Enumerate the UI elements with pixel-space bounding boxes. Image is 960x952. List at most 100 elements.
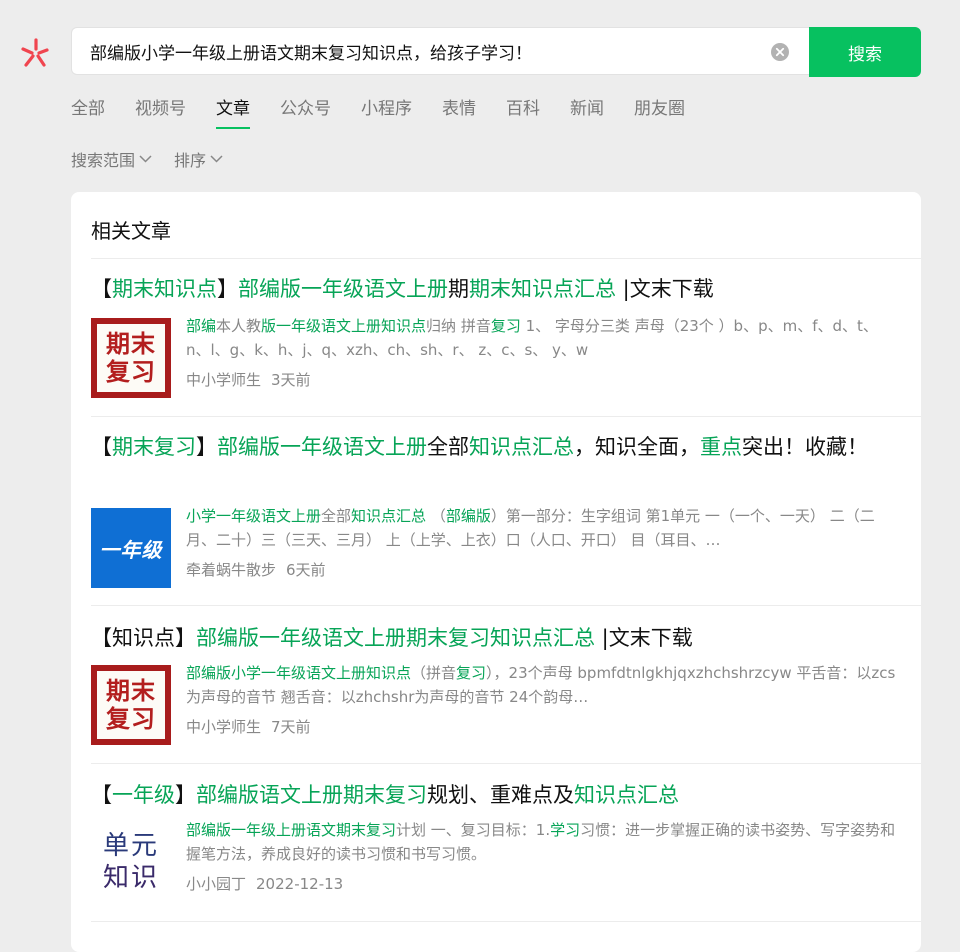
divider [91, 763, 921, 764]
search-tabs: 全部 视频号 文章 公众号 小程序 表情 百科 新闻 朋友圈 [71, 94, 715, 129]
tab-stickers[interactable]: 表情 [442, 94, 476, 129]
panel-title: 相关文章 [91, 219, 171, 243]
highlight-text: 一年级 [112, 783, 175, 807]
article-source: 中小学师生 [186, 371, 262, 389]
tab-all[interactable]: 全部 [71, 94, 105, 129]
article-thumbnail[interactable]: 期末 复习 [91, 318, 171, 398]
tab-channels[interactable]: 视频号 [135, 94, 186, 129]
text-segment: 【 [91, 783, 112, 807]
thumbnail-text: 单元 [102, 831, 159, 861]
text-segment: 】 [175, 783, 196, 807]
article-thumbnail[interactable]: 单元 知识 [91, 822, 171, 902]
article-thumbnail[interactable]: 期末 复习 [91, 665, 171, 745]
article-meta: 中小学师生 3天前 [186, 369, 901, 390]
article-title[interactable]: 【知识点】部编版一年级语文上册期末复习知识点汇总 |文末下载 [91, 623, 901, 653]
text-segment: 】 [217, 277, 238, 301]
filter-bar: 搜索范围 排序 [71, 147, 245, 171]
article-meta: 中小学师生 7天前 [186, 716, 901, 737]
text-segment: 计划 一、复习目标：1. [396, 821, 551, 839]
chevron-down-icon [210, 155, 223, 163]
thumbnail-text: 复习 [106, 358, 156, 386]
text-segment: |文末下载 [595, 626, 693, 650]
thumbnail-text: 复习 [106, 705, 156, 733]
highlight-text: 期末知识点汇总 [469, 277, 616, 301]
logo-icon [21, 38, 49, 67]
text-segment: 期 [448, 277, 469, 301]
article-time: 3天前 [271, 371, 311, 389]
filter-scope-label: 搜索范围 [71, 151, 136, 170]
search-input[interactable] [90, 28, 770, 74]
text-segment: （拼音 [411, 664, 457, 682]
text-segment: 归纳 拼音 [426, 317, 491, 335]
highlight-text: 部编版 [445, 507, 491, 525]
text-segment: 全部 [321, 507, 352, 525]
highlight-text: 部编版小学一年级语文上册知识点 [186, 664, 412, 682]
thumbnail-text: 期末 [106, 677, 156, 705]
article-time: 2022-12-13 [256, 875, 344, 893]
article-title[interactable]: 【期末知识点】部编版一年级语文上册期期末知识点汇总 |文末下载 [91, 274, 901, 304]
highlight-text: 部编版语文上册期末复习 [196, 783, 427, 807]
tab-mini-programs[interactable]: 小程序 [361, 94, 412, 129]
article-time: 6天前 [286, 561, 326, 579]
tab-moments[interactable]: 朋友圈 [634, 94, 685, 129]
text-segment: 】 [196, 435, 217, 459]
highlight-text: 知识点汇总 [469, 435, 574, 459]
article-source: 牵着蜗牛散步 [186, 561, 277, 579]
highlight-text: 部编 [186, 317, 217, 335]
tab-news[interactable]: 新闻 [570, 94, 604, 129]
highlight-text: 部编版一年级上册语文期末复习 [186, 821, 397, 839]
highlight-text: 版一年级语文上册知识点 [261, 317, 427, 335]
article-title[interactable]: 【一年级】部编版语文上册期末复习规划、重难点及知识点汇总 [91, 780, 901, 810]
article-snippet: 小学一年级语文上册全部知识点汇总 （部编版）第一部分：生字组词 第1单元 一（一… [186, 504, 901, 552]
text-segment: 突出！收藏！ [742, 435, 868, 459]
article-thumbnail[interactable]: 一年级 [91, 508, 171, 588]
article-item[interactable]: 【期末知识点】部编版一年级语文上册期期末知识点汇总 |文末下载 期末 复习 部编本… [91, 274, 901, 398]
article-source: 中小学师生 [186, 718, 262, 736]
search-box [71, 27, 809, 75]
article-meta: 牵着蜗牛散步 6天前 [186, 559, 901, 580]
filter-sort-label: 排序 [174, 151, 207, 170]
highlight-text: 期末复习 [112, 435, 196, 459]
text-segment: ，知识全面， [574, 435, 700, 459]
article-title[interactable]: 【期末复习】部编版一年级语文上册全部知识点汇总，知识全面，重点突出！收藏！ [91, 432, 901, 462]
article-snippet: 部编本人教版一年级语文上册知识点归纳 拼音复习 1、 字母分三类 声母（23个 … [186, 314, 901, 362]
divider [91, 258, 921, 259]
highlight-text: 部编版一年级语文上册 [217, 435, 427, 459]
article-item[interactable]: 【一年级】部编版语文上册期末复习规划、重难点及知识点汇总 单元 知识 部编版一年级… [91, 780, 901, 902]
article-meta: 小小园丁 2022-12-13 [186, 873, 901, 894]
divider [91, 605, 921, 606]
article-source: 小小园丁 [186, 875, 247, 893]
article-item[interactable]: 【期末复习】部编版一年级语文上册全部知识点汇总，知识全面，重点突出！收藏！ 一年… [91, 432, 901, 588]
highlight-text: 期末知识点 [112, 277, 217, 301]
text-segment: 【 [91, 435, 112, 459]
tab-encyclopedia[interactable]: 百科 [506, 94, 540, 129]
text-segment: 规划、重难点及 [427, 783, 574, 807]
search-button[interactable]: 搜索 [809, 27, 921, 77]
thumbnail-text: 知识 [102, 863, 159, 893]
clear-icon[interactable] [771, 43, 789, 61]
filter-sort[interactable]: 排序 [174, 147, 223, 171]
article-snippet: 部编版小学一年级语文上册知识点（拼音复习），23个声母 bpmfdtnlgkhj… [186, 661, 901, 709]
article-snippet: 部编版一年级上册语文期末复习计划 一、复习目标：1.学习习惯：进一步掌握正确的读… [186, 818, 901, 866]
article-item[interactable]: 【知识点】部编版一年级语文上册期末复习知识点汇总 |文末下载 期末 复习 部编版小… [91, 623, 901, 745]
highlight-text: 重点 [700, 435, 742, 459]
filter-scope[interactable]: 搜索范围 [71, 147, 152, 171]
text-segment: |文末下载 [616, 277, 714, 301]
text-segment: 本人教 [216, 317, 262, 335]
divider [91, 416, 921, 417]
text-segment: （ [426, 507, 446, 525]
highlight-text: 知识点汇总 [351, 507, 427, 525]
highlight-text: 复习 [490, 317, 521, 335]
text-segment: 【知识点】 [91, 626, 196, 650]
tab-official-accounts[interactable]: 公众号 [280, 94, 331, 129]
highlight-text: 部编版一年级语文上册期末复习知识点汇总 [196, 626, 595, 650]
thumbnail-text: 一年级 [99, 537, 163, 562]
text-segment: 【 [91, 277, 112, 301]
divider [91, 921, 921, 922]
highlight-text: 小学一年级语文上册 [186, 507, 322, 525]
tab-articles[interactable]: 文章 [216, 94, 250, 129]
highlight-text: 学习 [550, 821, 581, 839]
article-time: 7天前 [271, 718, 311, 736]
highlight-text: 复习 [456, 664, 487, 682]
text-segment: 全部 [427, 435, 469, 459]
